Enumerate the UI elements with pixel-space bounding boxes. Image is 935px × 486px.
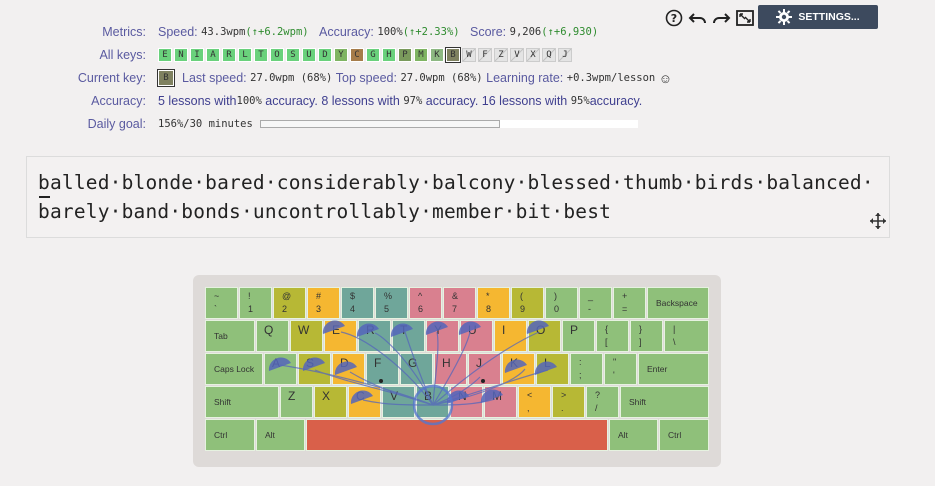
top-speed-value: 27.0wpm (68%): [400, 72, 483, 84]
accuracy-value-3: 95%: [570, 95, 590, 107]
all-keys-list: ENIARLTOSUDYCGHPMKBWFZVXQJ: [158, 47, 574, 63]
daily-goal-value: 156%/30 minutes: [158, 118, 253, 130]
finger-motion-overlay: [268, 320, 557, 426]
speed-delta: (↑+6.2wpm): [245, 26, 309, 38]
score-label: Score:: [470, 25, 507, 39]
accuracy-row: Accuracy: 5 lessons with 100% accuracy. …: [0, 91, 935, 111]
key-chip-y[interactable]: Y: [334, 48, 348, 62]
last-speed-value: 27.0wpm (68%): [250, 72, 333, 84]
all-keys-label: All keys:: [99, 48, 146, 62]
key-chip-v[interactable]: V: [510, 48, 524, 62]
key-chip-h[interactable]: H: [382, 48, 396, 62]
score-value: 9,206: [509, 26, 542, 38]
all-keys-row: All keys: ENIARLTOSUDYCGHPMKBWFZVXQJ: [0, 45, 935, 65]
daily-goal-progress-fill: [260, 120, 501, 128]
key-chip-z[interactable]: Z: [494, 48, 508, 62]
daily-goal-row: Daily goal: 156%/30 minutes: [0, 114, 935, 134]
accuracy-text: 5 lessons with 100% accuracy. 8 lessons …: [158, 94, 642, 108]
key-chip-f[interactable]: F: [478, 48, 492, 62]
top-speed-label: Top speed:: [335, 71, 397, 85]
accuracy-value-1: 100%: [236, 95, 262, 107]
current-key-chip[interactable]: B: [157, 69, 175, 87]
accuracy-text-1: 5 lessons with: [158, 94, 237, 108]
lesson-line-1: balled·blonde·bared·considerably·balcony…: [38, 171, 874, 194]
home-bump-j: [481, 379, 485, 383]
accuracy-metric-value: 100%: [377, 26, 403, 38]
home-bump-f: [379, 379, 383, 383]
current-key-label: Current key:: [77, 71, 146, 85]
key-chip-g[interactable]: G: [366, 48, 380, 62]
key-chip-e[interactable]: E: [158, 48, 172, 62]
accuracy-label: Accuracy:: [91, 94, 146, 108]
key-chip-b[interactable]: B: [445, 47, 461, 63]
key-chip-j[interactable]: J: [558, 48, 572, 62]
key-chip-k[interactable]: K: [430, 48, 444, 62]
lesson-line-2: barely·band·bonds·uncontrollably·member·…: [38, 200, 612, 223]
key-chip-a[interactable]: A: [206, 48, 220, 62]
key-chip-p[interactable]: P: [398, 48, 412, 62]
key-chip-t[interactable]: T: [254, 48, 268, 62]
move-icon[interactable]: [869, 212, 887, 235]
key-chip-x[interactable]: X: [526, 48, 540, 62]
daily-goal-label: Daily goal:: [87, 117, 146, 131]
learning-rate-value: +0.3wpm/lesson: [566, 72, 656, 84]
metrics-values: Speed: 43.3wpm (↑+6.2wpm) Accuracy: 100%…: [158, 25, 598, 39]
key-chip-s[interactable]: S: [286, 48, 300, 62]
score-delta: (↑+6,930): [541, 26, 599, 38]
accuracy-text-4: accuracy.: [589, 94, 643, 108]
key-chip-q[interactable]: Q: [542, 48, 556, 62]
daily-goal-values: 156%/30 minutes: [158, 118, 638, 130]
accuracy-metric-delta: (↑+2.33%): [402, 26, 460, 38]
accuracy-text-2: accuracy. 8 lessons with: [261, 94, 404, 108]
accuracy-text-3: accuracy. 16 lessons with: [422, 94, 571, 108]
metrics-row: Metrics: Speed: 43.3wpm (↑+6.2wpm) Accur…: [0, 22, 935, 42]
key-chip-r[interactable]: R: [222, 48, 236, 62]
key-chip-d[interactable]: D: [318, 48, 332, 62]
speed-value: 43.3wpm: [201, 26, 246, 38]
last-speed-label: Last speed:: [182, 71, 247, 85]
key-chip-w[interactable]: W: [462, 48, 476, 62]
key-chip-n[interactable]: N: [174, 48, 188, 62]
text-cursor: [39, 196, 50, 198]
accuracy-value-2: 97%: [403, 95, 423, 107]
lesson-text-area[interactable]: balled·blonde·bared·considerably·balcony…: [26, 156, 890, 238]
key-chip-m[interactable]: M: [414, 48, 428, 62]
speed-label: Speed:: [158, 25, 198, 39]
smiley-icon: ☺: [658, 70, 673, 86]
metrics-label: Metrics:: [102, 25, 146, 39]
key-chip-u[interactable]: U: [302, 48, 316, 62]
daily-goal-progress: [260, 120, 638, 128]
key-chip-i[interactable]: I: [190, 48, 204, 62]
key-chip-c[interactable]: C: [350, 48, 364, 62]
accuracy-metric-label: Accuracy:: [319, 25, 374, 39]
keyboard-frame: ~ `! 1 @2 #3 $4% 5 ^ 6 & 7 * 8(9) 0 _ - + = Backspace Tab Q W…: [193, 275, 721, 467]
current-key-row: Current key: B Last speed: 27.0wpm (68%)…: [0, 68, 935, 88]
current-key-values: B Last speed: 27.0wpm (68%) Top speed: 2…: [157, 69, 673, 87]
learning-rate-label: Learning rate:: [486, 71, 564, 85]
key-chip-l[interactable]: L: [238, 48, 252, 62]
key-chip-o[interactable]: O: [270, 48, 284, 62]
